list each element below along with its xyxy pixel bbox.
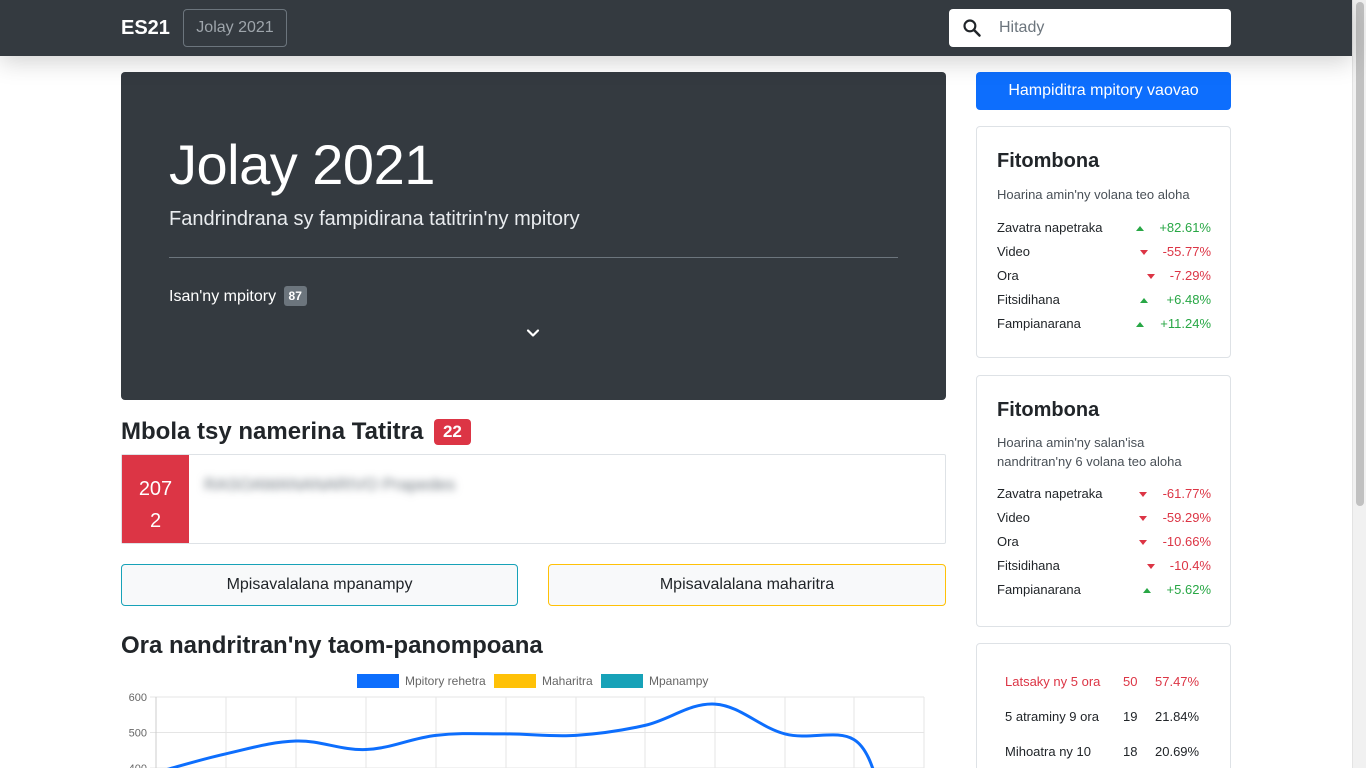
stat-row: Ora -7.29%: [997, 266, 1211, 286]
regular-pioneer-button[interactable]: Mpisavalalana maharitra: [548, 564, 946, 606]
caret-down-icon: [1140, 250, 1148, 255]
distribution-row: Latsaky ny 5 ora 50 57.47%: [1005, 674, 1215, 694]
stat-row-value: -55.77%: [1162, 244, 1211, 259]
monthly-growth-title: Fitombona: [997, 150, 1100, 172]
stat-row-value: +11.24%: [1160, 316, 1211, 331]
page-subtitle: Fandrindrana sy fampidirana tatitrin'ny …: [169, 208, 580, 230]
legend-swatch: [494, 674, 536, 688]
pending-reports-title: Mbola tsy namerina Tatitra 22: [121, 418, 471, 446]
publisher-count: Isan'ny mpitory 87: [169, 286, 307, 306]
caret-down-icon: [1139, 492, 1147, 497]
average-growth-subtitle: Hoarina amin'ny salan'isa nandritran'ny …: [997, 435, 1182, 469]
hours-line-chart: Mpitory rehetra Maharitra Mpanampy 600 500 40…: [129, 674, 925, 768]
legend-label: Mpitory rehetra: [405, 674, 486, 688]
stat-row-label: Fampianarana: [997, 316, 1081, 331]
hero-panel: Jolay 2021 Fandrindrana sy fampidirana t…: [121, 72, 946, 400]
top-navbar: ES21 Jolay 2021: [0, 0, 1352, 56]
caret-up-icon: [1143, 588, 1151, 593]
caret-up-icon: [1136, 226, 1144, 231]
distribution-row: 5 atraminy 9 ora 19 21.84%: [1005, 709, 1215, 729]
scrollbar-thumb[interactable]: [1356, 2, 1364, 506]
stat-row: Video -55.77%: [997, 242, 1211, 262]
brand-logo[interactable]: ES21: [121, 17, 170, 40]
pending-reports-label: Mbola tsy namerina Tatitra: [121, 418, 424, 445]
caret-up-icon: [1136, 322, 1144, 327]
pending-item-id-line2: 2: [149, 510, 162, 532]
stat-row-value: -7.29%: [1169, 268, 1211, 283]
search-icon: [963, 19, 981, 37]
distribution-count: 19: [1123, 709, 1138, 724]
stat-row: Zavatra napetraka +82.61%: [997, 218, 1211, 238]
distribution-count: 18: [1123, 744, 1138, 759]
distribution-percent: 57.47%: [1155, 674, 1200, 689]
pending-item-id: 207 2: [122, 455, 189, 543]
stat-row-label: Fampianarana: [997, 582, 1081, 597]
stat-row-value: -59.29%: [1162, 510, 1211, 525]
distribution-row: Mihoatra ny 10 18 20.69%: [1005, 744, 1215, 764]
monthly-growth-card: Fitombona Hoarina amin'ny volana teo alo…: [976, 126, 1231, 358]
stat-row: Zavatra napetraka -61.77%: [997, 484, 1211, 504]
legend-swatch: [357, 674, 399, 688]
stat-row: Fitsidihana -10.4%: [997, 556, 1211, 576]
stat-row: Fampianarana +5.62%: [997, 580, 1211, 600]
stat-row-value: +6.48%: [1166, 292, 1211, 307]
stat-row-label: Ora: [997, 534, 1019, 549]
stat-row-value: -10.66%: [1162, 534, 1211, 549]
stat-row-label: Fitsidihana: [997, 558, 1060, 573]
pending-count-badge: 22: [433, 419, 471, 445]
distribution-count: 50: [1123, 674, 1138, 689]
publisher-count-badge: 87: [283, 286, 307, 306]
stat-row-label: Zavatra napetraka: [997, 486, 1103, 501]
y-tick-label: 400: [129, 763, 147, 768]
average-growth-title: Fitombona: [997, 399, 1100, 421]
legend-label: Mpanampy: [649, 674, 708, 688]
stat-row-value: +82.61%: [1159, 220, 1211, 235]
chart-title: Ora nandritran'ny taom-panompoana: [121, 632, 543, 659]
stat-row: Fampianarana +11.24%: [997, 314, 1211, 334]
pending-report-item[interactable]: 207 2 RASOAMANANARIVO Prapedes: [121, 454, 946, 544]
pending-item-id-line1: 207: [138, 478, 173, 500]
caret-down-icon: [1139, 516, 1147, 521]
search-box[interactable]: [949, 9, 1231, 47]
legend-label: Maharitra: [542, 674, 593, 688]
distribution-percent: 21.84%: [1155, 709, 1200, 724]
pending-item-name: RASOAMANANARIVO Prapedes: [204, 475, 456, 494]
page-scrollbar[interactable]: [1352, 0, 1366, 768]
stat-row-label: Ora: [997, 268, 1019, 283]
stat-row-value: -61.77%: [1162, 486, 1211, 501]
auxiliary-pioneer-button[interactable]: Mpisavalalana mpanampy: [121, 564, 518, 606]
chevron-down-icon[interactable]: [525, 325, 541, 341]
distribution-label: Latsaky ny 5 ora: [1005, 674, 1101, 689]
stat-row-label: Zavatra napetraka: [997, 220, 1103, 235]
hero-divider: [169, 257, 898, 258]
legend-swatch: [601, 674, 643, 688]
y-tick-label: 500: [129, 728, 147, 740]
stat-row-label: Fitsidihana: [997, 292, 1060, 307]
average-growth-card: Fitombona Hoarina amin'ny salan'isa nand…: [976, 375, 1231, 627]
distribution-label: Mihoatra ny 10: [1005, 744, 1091, 759]
stat-row: Video -59.29%: [997, 508, 1211, 528]
add-publisher-button[interactable]: Hampiditra mpitory vaovao: [976, 72, 1231, 110]
stat-row: Ora -10.66%: [997, 532, 1211, 552]
hours-distribution-card: Latsaky ny 5 ora 50 57.47% 5 atraminy 9 ora…: [976, 643, 1231, 768]
y-tick-label: 600: [129, 692, 147, 704]
search-input[interactable]: [999, 17, 1219, 39]
distribution-label: 5 atraminy 9 ora: [1005, 709, 1099, 724]
publisher-count-label: Isan'ny mpitory: [169, 288, 277, 305]
caret-down-icon: [1147, 564, 1155, 569]
stat-row: Fitsidihana +6.48%: [997, 290, 1211, 310]
monthly-growth-subtitle: Hoarina amin'ny volana teo aloha: [997, 187, 1190, 202]
caret-down-icon: [1139, 540, 1147, 545]
month-selector-button[interactable]: Jolay 2021: [183, 9, 287, 47]
page-title: Jolay 2021: [169, 133, 435, 196]
stat-row-label: Video: [997, 510, 1031, 525]
distribution-percent: 20.69%: [1155, 744, 1200, 759]
stat-row-value: +5.62%: [1166, 582, 1211, 597]
series-line-mpitory-rehetra: [166, 702, 875, 768]
stat-row-label: Video: [997, 244, 1031, 259]
caret-up-icon: [1140, 298, 1148, 303]
caret-down-icon: [1147, 274, 1155, 279]
stat-row-value: -10.4%: [1169, 558, 1211, 573]
